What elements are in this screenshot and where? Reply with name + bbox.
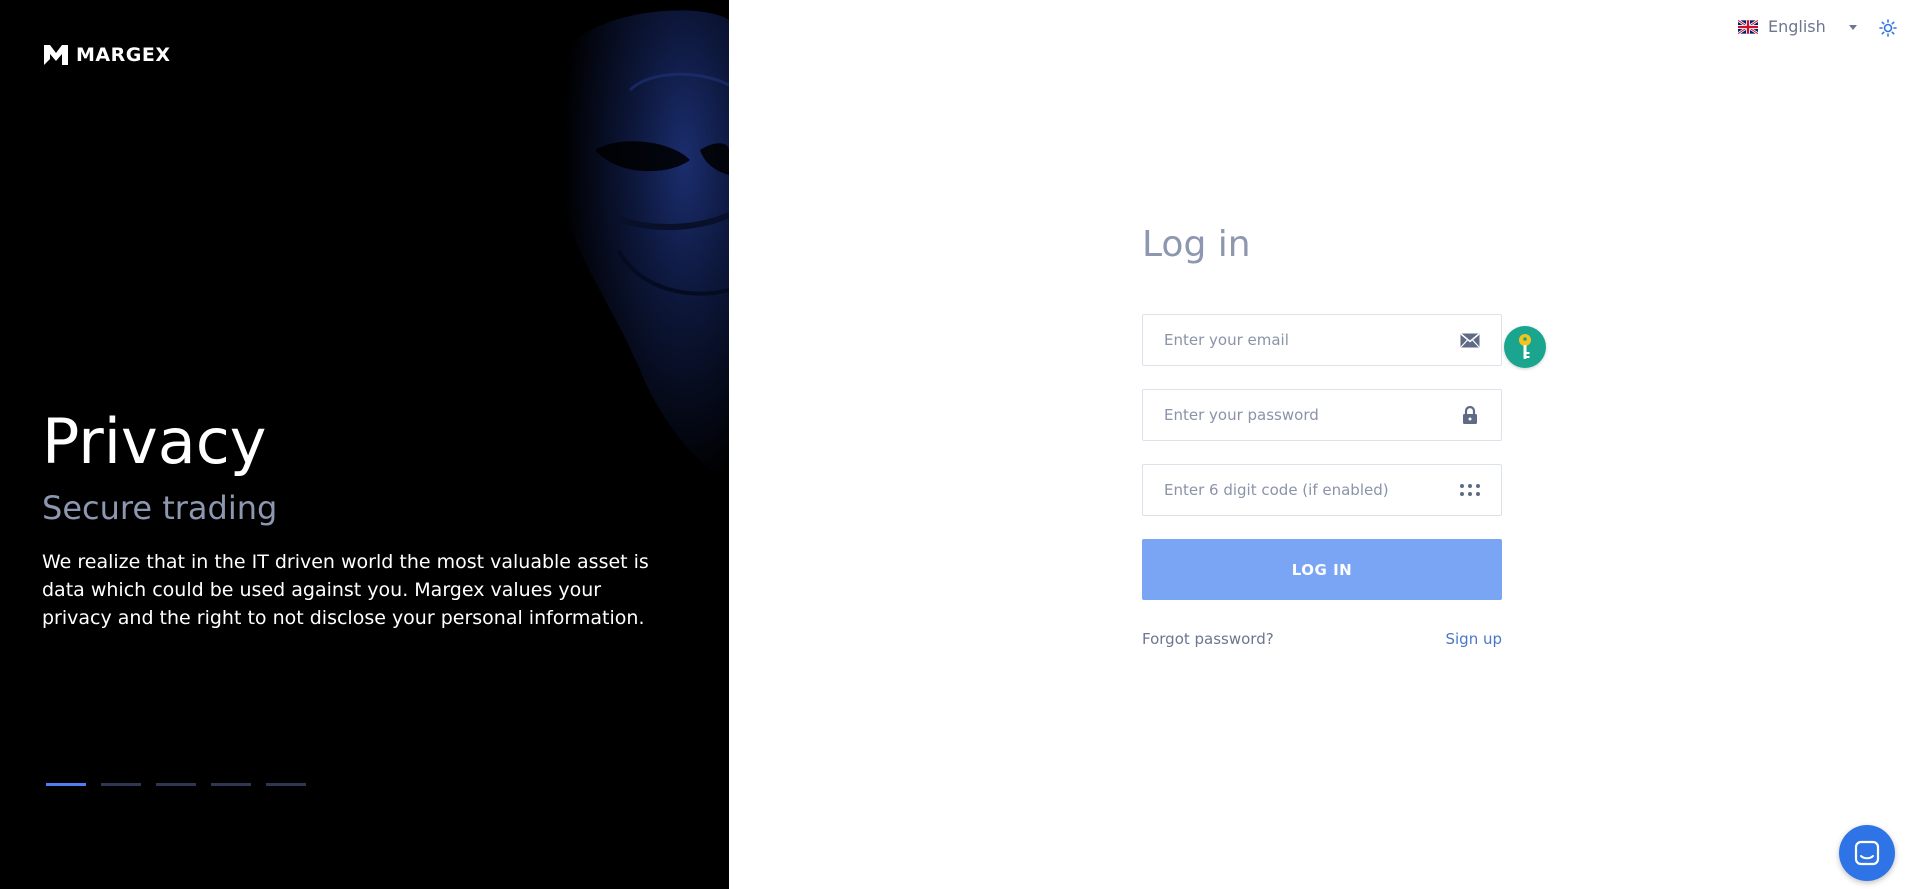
login-button[interactable]: LOG IN bbox=[1142, 539, 1502, 600]
mask-illustration bbox=[500, 0, 729, 520]
slide-indicator-1[interactable] bbox=[46, 783, 86, 786]
chat-launcher-button[interactable] bbox=[1839, 825, 1895, 881]
language-selector[interactable]: English bbox=[1738, 17, 1826, 36]
email-field-wrapper bbox=[1142, 314, 1502, 366]
slide-indicator-3[interactable] bbox=[156, 783, 196, 786]
chat-icon bbox=[1854, 840, 1880, 866]
slide-indicator-4[interactable] bbox=[211, 783, 251, 786]
language-label: English bbox=[1768, 17, 1826, 36]
password-manager-key-button[interactable] bbox=[1504, 326, 1546, 368]
sun-icon[interactable] bbox=[1879, 19, 1897, 37]
envelope-icon bbox=[1459, 329, 1481, 351]
login-page: MARGEX Privacy Secure trading We realize… bbox=[0, 0, 1906, 889]
hero-panel: MARGEX Privacy Secure trading We realize… bbox=[0, 0, 729, 889]
login-title: Log in bbox=[1142, 224, 1251, 265]
slide-indicator-2[interactable] bbox=[101, 783, 141, 786]
login-form: Log in Enter your email Enter 6 digit co… bbox=[1142, 220, 1502, 648]
hero-subtitle: Secure trading bbox=[42, 489, 278, 527]
margex-logo-icon bbox=[44, 45, 68, 65]
slide-indicators bbox=[46, 783, 306, 786]
forgot-password-link[interactable]: Forgot password? bbox=[1142, 630, 1274, 648]
email-field[interactable] bbox=[1143, 315, 1501, 365]
hero-description: We realize that in the IT driven world t… bbox=[42, 551, 649, 629]
lock-icon bbox=[1459, 404, 1481, 426]
code-field-wrapper bbox=[1142, 464, 1502, 516]
two-factor-code-field[interactable] bbox=[1143, 465, 1501, 515]
uk-flag-icon bbox=[1738, 19, 1758, 34]
password-field-wrapper bbox=[1142, 389, 1502, 441]
password-field[interactable] bbox=[1143, 390, 1501, 440]
brand-name: MARGEX bbox=[76, 44, 171, 66]
hero-title: Privacy bbox=[42, 405, 267, 478]
key-icon bbox=[1519, 334, 1531, 359]
form-links: Forgot password? Sign up bbox=[1142, 630, 1502, 648]
sign-up-link[interactable]: Sign up bbox=[1445, 630, 1502, 648]
brand-logo[interactable]: MARGEX bbox=[42, 41, 170, 69]
slide-indicator-5[interactable] bbox=[266, 783, 306, 786]
dots-grid-icon bbox=[1459, 479, 1481, 501]
chevron-down-icon[interactable] bbox=[1849, 25, 1857, 30]
